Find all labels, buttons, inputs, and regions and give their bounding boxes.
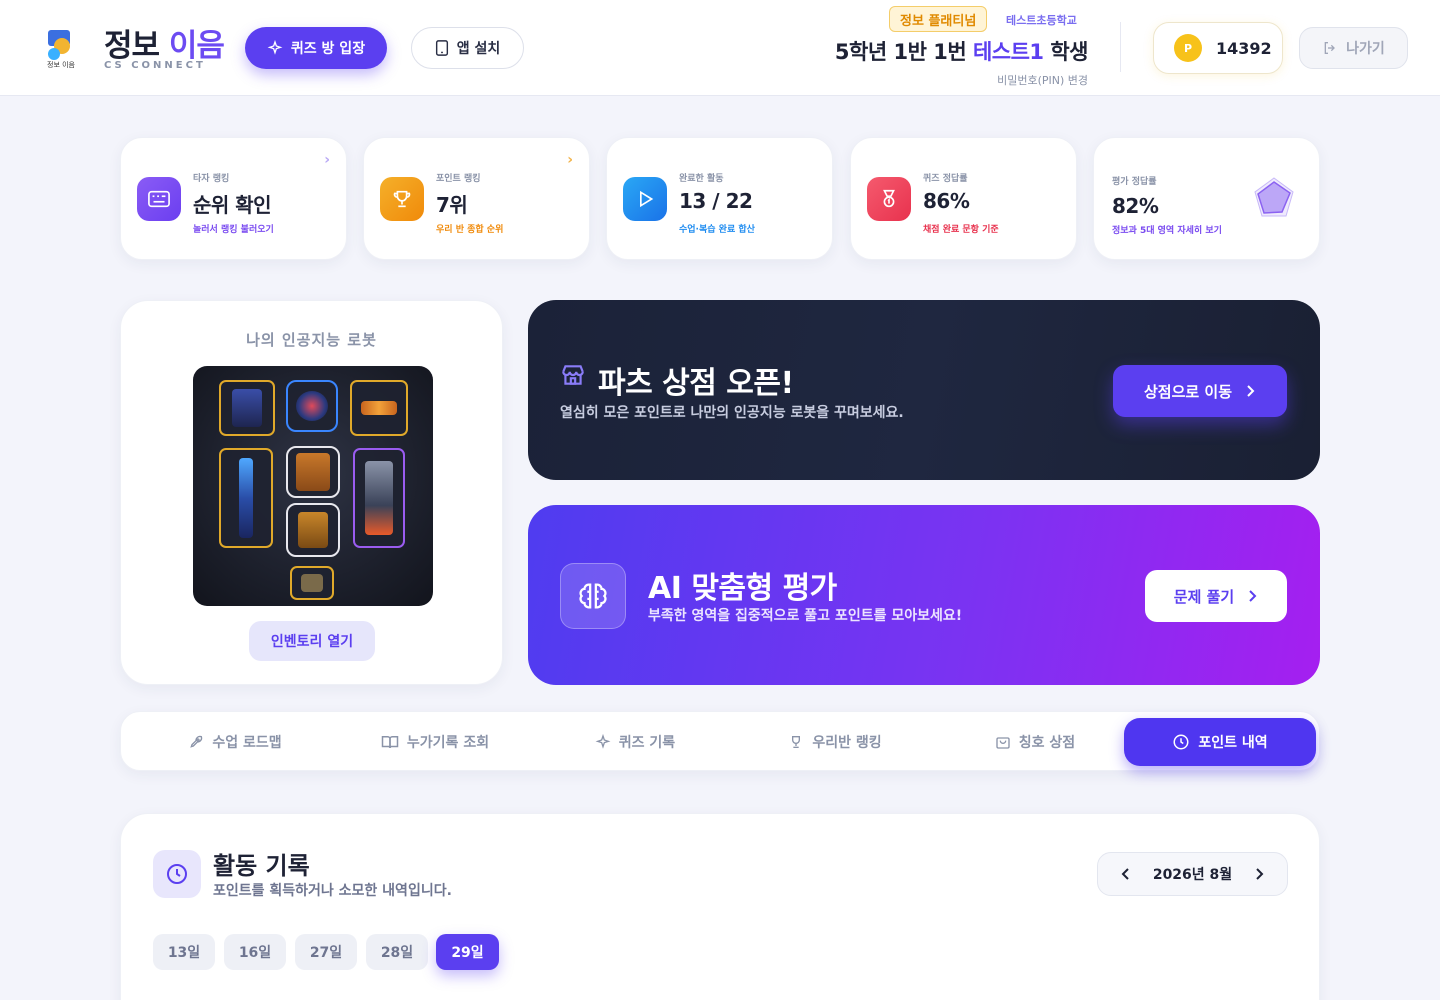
store-icon bbox=[562, 365, 584, 385]
clock-icon bbox=[1173, 734, 1189, 750]
activity-description: 포인트를 획득하거나 소모한 내역입니다. bbox=[213, 883, 452, 899]
keyboard-icon bbox=[137, 177, 181, 221]
brand-title: 정보 이음 bbox=[104, 28, 225, 64]
tab-point-history[interactable]: 포인트 내역 bbox=[1124, 718, 1316, 766]
stat-sub: 수업·복습 완료 합산 bbox=[679, 225, 755, 235]
stat-sub: 정보과 5대 영역 자세히 보기 bbox=[1112, 226, 1222, 236]
robot-slot-legs bbox=[286, 503, 340, 557]
chevron-right-icon bbox=[1249, 590, 1257, 602]
stat-label: 평가 정답률 bbox=[1112, 177, 1157, 187]
clock-icon bbox=[153, 850, 201, 898]
day-chip[interactable]: 28일 bbox=[366, 934, 428, 970]
trophy-icon bbox=[792, 736, 801, 748]
school-name: 테스트초등학교 bbox=[1006, 14, 1077, 27]
chevron-right-icon: › bbox=[324, 152, 330, 168]
shop-description: 열심히 모은 포인트로 나만의 인공지능 로봇을 꾸며보세요. bbox=[560, 405, 904, 421]
main-tabs: 수업 로드맵 누가기록 조회 퀴즈 기록 우리반 랭킹 칭호 상점 포인트 내역 bbox=[120, 711, 1320, 771]
robot-slot-right-arm bbox=[353, 448, 405, 548]
tab-quiz-history[interactable]: 퀴즈 기록 bbox=[535, 718, 735, 766]
stat-card-point-rank[interactable]: 포인트 랭킹 7위 우리 반 종합 순위 › bbox=[363, 137, 590, 260]
pin-change-link[interactable]: 비밀번호(PIN) 변경 bbox=[997, 72, 1088, 88]
robot-slot-feet bbox=[290, 566, 334, 600]
stat-sub: 우리 반 종합 순위 bbox=[436, 225, 504, 235]
robot-slot-body bbox=[286, 446, 340, 498]
header-divider bbox=[1120, 22, 1121, 72]
quiz-room-button[interactable]: 퀴즈 방 입장 bbox=[245, 27, 387, 69]
day-chip[interactable]: 16일 bbox=[224, 934, 286, 970]
current-month: 2026년 8월 bbox=[1152, 867, 1233, 883]
tier-badge: 정보 플래티넘 bbox=[889, 6, 988, 32]
chevron-right-icon[interactable] bbox=[1255, 867, 1265, 881]
chevron-right-icon: › bbox=[567, 152, 573, 168]
stat-label: 완료한 활동 bbox=[679, 174, 724, 184]
tab-cumulative-record[interactable]: 누가기록 조회 bbox=[335, 718, 535, 766]
brand-subtitle: CS CONNECT bbox=[104, 60, 206, 71]
app-install-button[interactable]: 앱 설치 bbox=[411, 27, 524, 69]
medal-icon bbox=[867, 177, 911, 221]
robot-display bbox=[193, 366, 433, 606]
robot-slot-head bbox=[219, 380, 275, 436]
sparkle-icon bbox=[267, 40, 283, 55]
stat-value: 순위 확인 bbox=[193, 193, 272, 217]
solve-problems-button[interactable]: 문제 풀기 bbox=[1145, 570, 1287, 622]
trophy-icon bbox=[380, 177, 424, 221]
shop-title: 파츠 상점 오픈! bbox=[598, 366, 794, 401]
logo-text: 정보 이음 bbox=[47, 61, 75, 69]
sparkle-icon bbox=[595, 734, 611, 749]
student-info: 5학년 1반 1번 테스트1 학생 bbox=[834, 40, 1089, 64]
stat-sub: 채점 완료 문항 기준 bbox=[923, 225, 999, 235]
robot-slot-core bbox=[286, 380, 338, 432]
ai-assessment-banner: AI 맞춤형 평가 부족한 영역을 집중적으로 풀고 포인트를 모아보세요! 문… bbox=[528, 505, 1320, 685]
stat-label: 타자 랭킹 bbox=[193, 174, 230, 184]
tab-class-roadmap[interactable]: 수업 로드맵 bbox=[135, 718, 335, 766]
robot-title: 나의 인공지능 로봇 bbox=[246, 331, 377, 349]
stat-sub: 놀러서 랭킹 불러오기 bbox=[193, 225, 274, 235]
stat-card-quiz-accuracy: 퀴즈 정답률 86% 채점 완료 문항 기준 bbox=[850, 137, 1077, 260]
activity-section: 활동 기록 포인트를 획득하거나 소모한 내역입니다. 2026년 8월 13일… bbox=[120, 813, 1320, 1000]
stat-card-typing-rank[interactable]: 타자 랭킹 순위 확인 놀러서 랭킹 불러오기 › bbox=[120, 137, 347, 260]
radar-icon bbox=[1254, 177, 1294, 217]
tab-title-shop[interactable]: 칭호 상점 bbox=[935, 718, 1135, 766]
book-icon bbox=[381, 736, 399, 749]
stat-label: 포인트 랭킹 bbox=[436, 174, 481, 184]
coin-icon: P bbox=[1174, 34, 1202, 62]
day-chip[interactable]: 13일 bbox=[153, 934, 215, 970]
points-display: P 14392 bbox=[1153, 22, 1283, 74]
stat-value: 7위 bbox=[436, 193, 468, 217]
bag-icon bbox=[996, 737, 1010, 749]
ai-description: 부족한 영역을 집중적으로 풀고 포인트를 모아보세요! bbox=[648, 608, 963, 624]
robot-slot-wings bbox=[350, 380, 408, 436]
shop-banner: 파츠 상점 오픈! 열심히 모은 포인트로 나만의 인공지능 로봇을 꾸며보세요… bbox=[528, 300, 1320, 480]
tab-class-ranking[interactable]: 우리반 랭킹 bbox=[735, 718, 935, 766]
robot-slot-left-arm bbox=[219, 448, 273, 548]
rocket-icon bbox=[190, 735, 203, 748]
stat-card-eval-accuracy[interactable]: 평가 정답률 82% 정보과 5대 영역 자세히 보기 bbox=[1093, 137, 1320, 260]
top-header: 정보 이음 정보 이음 CS CONNECT 퀴즈 방 입장 앱 설치 정보 플… bbox=[0, 0, 1440, 96]
chevron-left-icon[interactable] bbox=[1120, 867, 1130, 881]
brain-icon bbox=[560, 563, 626, 629]
day-chip[interactable]: 27일 bbox=[295, 934, 357, 970]
logout-button[interactable]: 나가기 bbox=[1299, 27, 1408, 69]
points-value: 14392 bbox=[1216, 38, 1272, 58]
go-to-shop-button[interactable]: 상점으로 이동 bbox=[1113, 365, 1287, 417]
chevron-right-icon bbox=[1247, 385, 1255, 397]
ai-title: AI 맞춤형 평가 bbox=[648, 571, 837, 606]
stat-value: 82% bbox=[1112, 194, 1159, 218]
logout-icon bbox=[1324, 42, 1336, 54]
play-icon bbox=[623, 177, 667, 221]
stat-value: 13 / 22 bbox=[679, 189, 753, 213]
stat-card-completed: 완료한 활동 13 / 22 수업·복습 완료 합산 bbox=[606, 137, 833, 260]
inventory-button[interactable]: 인벤토리 열기 bbox=[249, 621, 375, 661]
activity-title: 활동 기록 bbox=[213, 852, 310, 880]
day-chip-selected[interactable]: 29일 bbox=[436, 934, 499, 970]
stat-value: 86% bbox=[923, 189, 970, 213]
stat-label: 퀴즈 정답률 bbox=[923, 174, 968, 184]
robot-card: 나의 인공지능 로봇 인벤토리 열기 bbox=[120, 300, 503, 685]
tablet-icon bbox=[435, 40, 448, 56]
month-navigator: 2026년 8월 bbox=[1097, 852, 1288, 896]
app-logo[interactable]: 정보 이음 bbox=[40, 26, 82, 70]
